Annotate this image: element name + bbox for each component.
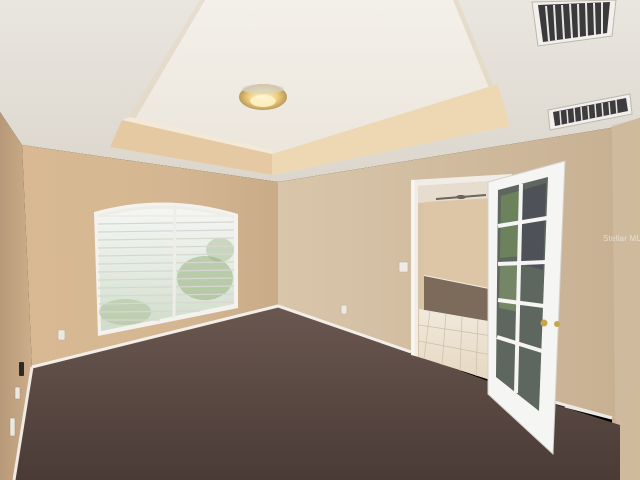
empty-room-photo	[0, 0, 640, 480]
wall-outlet	[14, 386, 21, 400]
door-handle[interactable]	[540, 319, 548, 327]
wall-outlet	[19, 362, 24, 376]
wall-outlet	[340, 304, 348, 315]
ceiling-light-icon	[239, 84, 287, 110]
wall-outlet	[57, 329, 66, 341]
light-switch	[398, 261, 409, 273]
wall-outlet	[9, 417, 16, 437]
watermark: Stellar MLS	[603, 234, 640, 243]
